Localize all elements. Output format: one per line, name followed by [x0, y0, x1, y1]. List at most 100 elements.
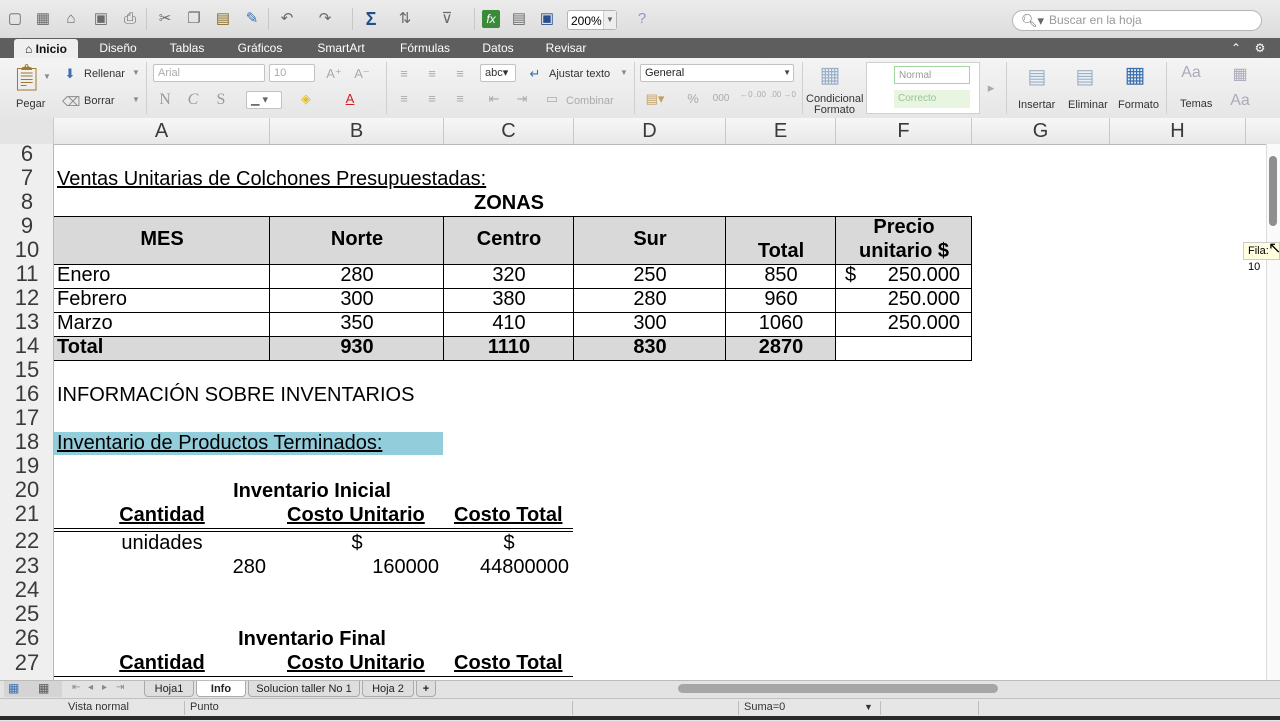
zonas-header[interactable]: ZONAS	[444, 191, 574, 215]
font-size-select[interactable]: 10	[269, 64, 315, 82]
row-header[interactable]: 26	[0, 626, 54, 650]
column-header-c[interactable]: C	[444, 118, 574, 144]
row-header[interactable]: 7	[0, 166, 54, 190]
copy-icon[interactable]: ❐	[185, 10, 203, 28]
row-header[interactable]: 25	[0, 602, 54, 626]
tab-tablas[interactable]: Tablas	[158, 38, 216, 58]
total-total[interactable]: 2870	[726, 335, 836, 359]
conditional-format-icon[interactable]: ▦	[814, 62, 846, 88]
inv-costo-total[interactable]: 44800000	[444, 555, 569, 579]
col-cantidad[interactable]: Cantidad	[54, 503, 270, 527]
styles-next-icon[interactable]: ▸	[984, 80, 998, 96]
outdent-icon[interactable]: ⇤	[484, 91, 504, 107]
align-bottom-icon[interactable]: ≡	[450, 66, 470, 81]
units-label[interactable]: unidades	[54, 531, 270, 555]
cell-sur[interactable]: 300	[574, 311, 726, 335]
wrap-text-button[interactable]: Ajustar texto	[549, 68, 610, 80]
header-norte[interactable]: Norte	[270, 227, 444, 251]
fill-button[interactable]: Rellenar	[84, 68, 125, 80]
font-name-select[interactable]: Arial	[153, 64, 265, 82]
sales-title[interactable]: Ventas Unitarias de Colchones Presupuest…	[57, 167, 486, 191]
tab-revisar[interactable]: Revisar	[536, 38, 596, 58]
align-top-icon[interactable]: ≡	[394, 66, 414, 81]
sheet-tab-solucion[interactable]: Solucion taller No 1	[248, 681, 360, 697]
inv-pt-title[interactable]: Inventario de Productos Terminados:	[57, 431, 382, 455]
row-header[interactable]: 22	[0, 529, 54, 553]
text-orientation-select[interactable]: abc▾	[480, 64, 516, 82]
cell-mes[interactable]: Marzo	[57, 311, 113, 335]
total-norte[interactable]: 930	[270, 335, 444, 359]
theme-fonts-icon[interactable]: Aa	[1226, 92, 1254, 110]
row-header[interactable]: 27	[0, 651, 54, 675]
percent-button[interactable]: %	[684, 91, 702, 106]
filter-icon[interactable]: ⊽	[438, 10, 456, 28]
col-costo-total[interactable]: Costo Total	[454, 651, 563, 675]
new-workbook-icon[interactable]: ▢	[6, 10, 24, 28]
tab-inicio[interactable]: ⌂ Inicio	[14, 39, 78, 58]
sum-label[interactable]: Suma=0	[744, 699, 785, 715]
row-header[interactable]: 10	[0, 238, 54, 262]
inv-cantidad[interactable]: 280	[54, 555, 266, 579]
ct-symbol[interactable]: $	[444, 531, 574, 555]
cell-sur[interactable]: 250	[574, 263, 726, 287]
prev-sheet-icon[interactable]: ◂	[88, 682, 93, 693]
cell-centro[interactable]: 410	[444, 311, 574, 335]
sheet-tab-hoja2[interactable]: Hoja 2	[362, 681, 414, 697]
align-left-icon[interactable]: ≡	[394, 91, 414, 106]
gear-icon[interactable]: ⚙	[1252, 38, 1268, 58]
row-header[interactable]: 23	[0, 554, 54, 578]
cell-precio[interactable]: 250.000	[836, 287, 960, 311]
chevron-down-icon[interactable]: ▼	[620, 68, 628, 77]
underline-button[interactable]: S	[212, 91, 230, 109]
cell-centro[interactable]: 320	[444, 263, 574, 287]
total-sur[interactable]: 830	[574, 335, 726, 359]
add-sheet-icon[interactable]: +	[416, 681, 436, 697]
tab-diseno[interactable]: Diseño	[90, 38, 146, 58]
col-costo-unitario[interactable]: Costo Unitario	[287, 651, 425, 675]
align-center-icon[interactable]: ≡	[422, 91, 442, 106]
column-header-h[interactable]: H	[1110, 118, 1246, 144]
cell-precio[interactable]: 250.000	[836, 311, 960, 335]
cell-total[interactable]: 1060	[726, 311, 836, 335]
page-layout-view-icon[interactable]: ▦	[38, 681, 49, 695]
cell-norte[interactable]: 300	[270, 287, 444, 311]
format-cells-icon[interactable]: ▦	[1118, 62, 1152, 88]
search-field[interactable]: 🔍︎▾ Buscar en la hoja	[1012, 10, 1262, 31]
insert-button[interactable]: Insertar	[1018, 99, 1055, 111]
undo-icon[interactable]: ↶	[278, 10, 296, 28]
row-header[interactable]: 12	[0, 286, 54, 310]
merge-button[interactable]: Combinar	[566, 95, 614, 107]
row-header[interactable]: 21	[0, 502, 54, 526]
row-header[interactable]: 18	[0, 430, 54, 454]
column-header-b[interactable]: B	[270, 118, 444, 144]
row-header[interactable]: 8	[0, 190, 54, 214]
insert-cells-icon[interactable]: ▤	[1020, 64, 1054, 89]
totals-label[interactable]: Total	[57, 335, 103, 359]
borders-select[interactable]: ▁ ▾	[246, 91, 282, 109]
cell-norte[interactable]: 350	[270, 311, 444, 335]
normal-view-icon[interactable]: ▦	[8, 681, 19, 695]
row-header[interactable]: 16	[0, 382, 54, 406]
chevron-down-icon[interactable]: ▼	[42, 72, 52, 81]
format-painter-icon[interactable]: ✎	[243, 10, 261, 28]
bold-button[interactable]: N	[156, 91, 174, 109]
tab-graficos[interactable]: Gráficos	[226, 38, 294, 58]
sort-icon[interactable]: ⇅	[396, 10, 414, 28]
number-format-select[interactable]: General ▼	[640, 64, 794, 82]
col-costo-total[interactable]: Costo Total	[454, 503, 563, 527]
align-middle-icon[interactable]: ≡	[422, 66, 442, 81]
font-color-icon[interactable]: A	[340, 91, 360, 106]
zoom-select[interactable]: 200% ▼	[567, 10, 617, 30]
print-icon[interactable]: ⎙	[121, 10, 139, 28]
paste-button[interactable]: Pegar	[16, 98, 45, 110]
row-header[interactable]: 9	[0, 214, 54, 238]
row-header[interactable]: 11	[0, 262, 54, 286]
tab-formulas[interactable]: Fórmulas	[390, 38, 460, 58]
align-right-icon[interactable]: ≡	[450, 91, 470, 106]
col-costo-unitario[interactable]: Costo Unitario	[287, 503, 425, 527]
row-header[interactable]: 24	[0, 578, 54, 602]
inv-costo-unitario[interactable]: 160000	[270, 555, 439, 579]
cell-total[interactable]: 960	[726, 287, 836, 311]
autosum-icon[interactable]: Σ	[362, 10, 380, 28]
sheet-tab-info[interactable]: Info	[196, 681, 246, 697]
